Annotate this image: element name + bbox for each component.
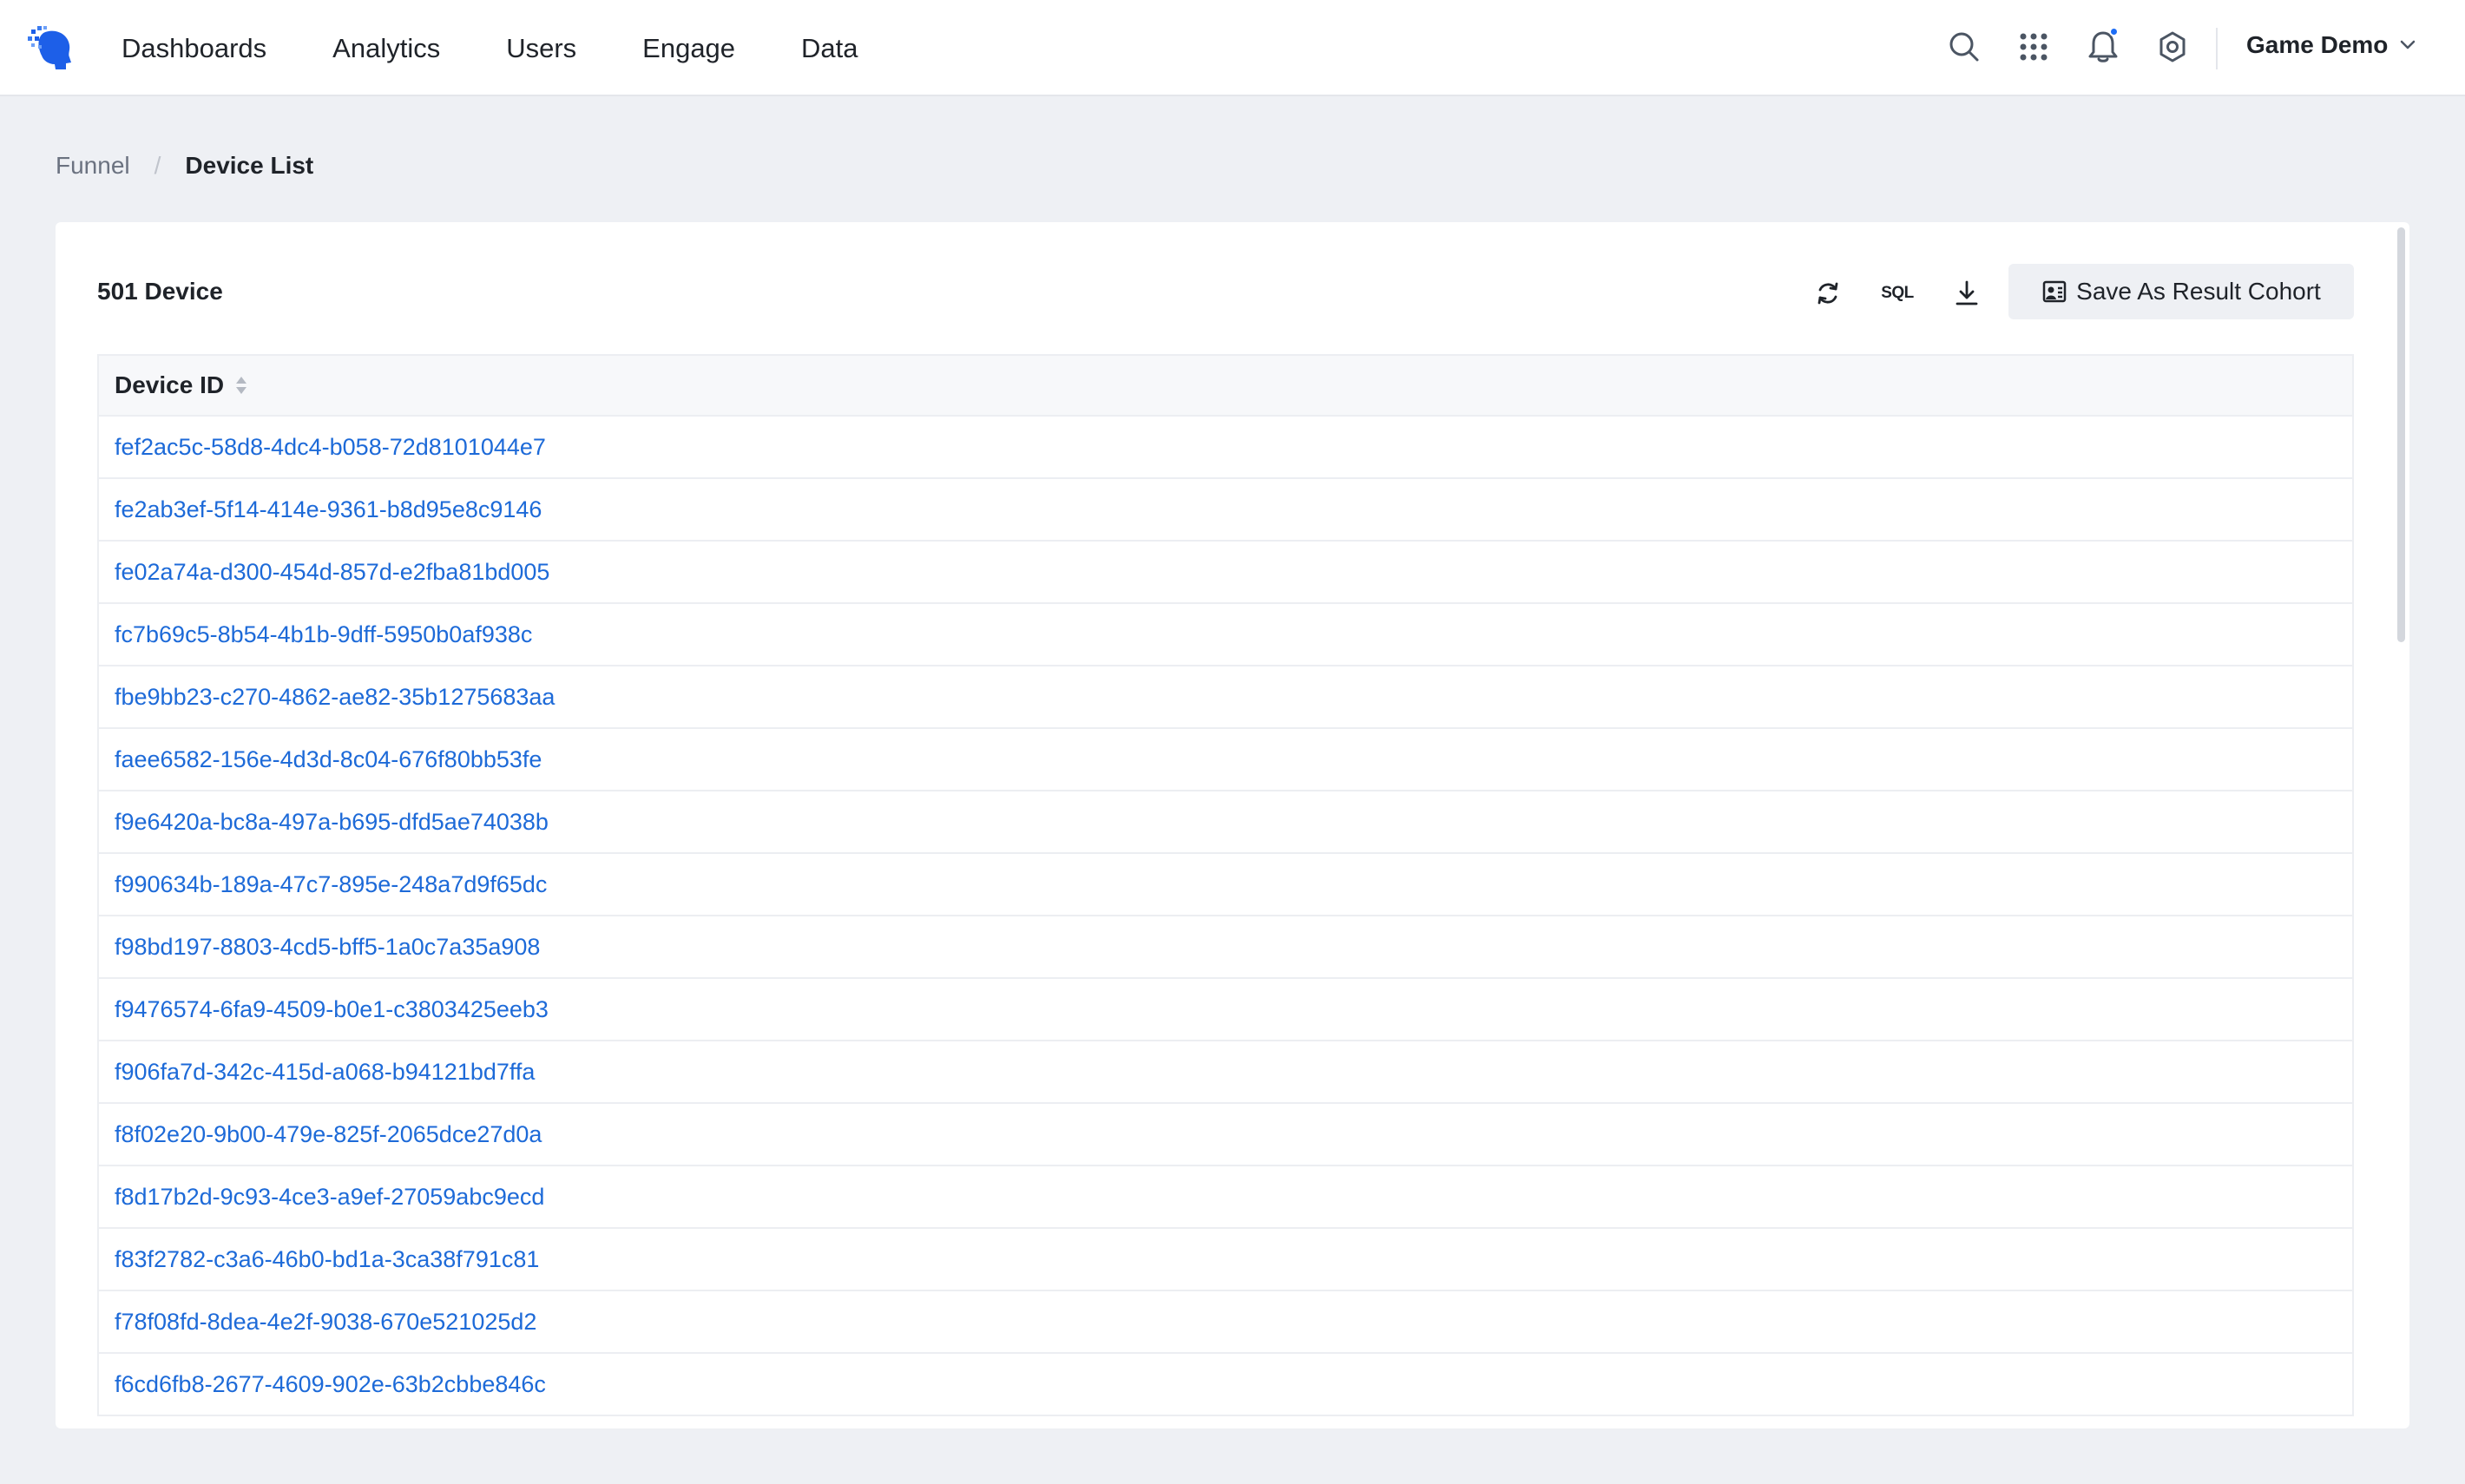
cohort-card-icon [2042, 280, 2067, 303]
table-row: faee6582-156e-4d3d-8c04-676f80bb53fe [99, 729, 2352, 791]
device-id-link[interactable]: fbe9bb23-c270-4862-ae82-35b1275683aa [115, 684, 555, 711]
nav-analytics[interactable]: Analytics [332, 35, 440, 62]
device-id-link[interactable]: faee6582-156e-4d3d-8c04-676f80bb53fe [115, 746, 542, 773]
table-row: fe2ab3ef-5f14-414e-9361-b8d95e8c9146 [99, 479, 2352, 542]
table-row: f8d17b2d-9c93-4ce3-a9ef-27059abc9ecd [99, 1166, 2352, 1229]
device-id-link[interactable]: f9e6420a-bc8a-497a-b695-dfd5ae74038b [115, 809, 549, 836]
project-switcher[interactable]: Game Demo [2246, 31, 2416, 59]
header-divider [2216, 28, 2218, 69]
brain-logo-icon [28, 26, 71, 69]
table-body: fef2ac5c-58d8-4dc4-b058-72d8101044e7 fe2a… [99, 417, 2352, 1416]
table-row: f9e6420a-bc8a-497a-b695-dfd5ae74038b [99, 791, 2352, 854]
device-id-link[interactable]: f990634b-189a-47c7-895e-248a7d9f65dc [115, 871, 547, 898]
device-id-link[interactable]: f78f08fd-8dea-4e2f-9038-670e521025d2 [115, 1309, 536, 1336]
device-id-link[interactable]: f98bd197-8803-4cd5-bff5-1a0c7a35a908 [115, 934, 540, 961]
device-id-link[interactable]: f6cd6fb8-2677-4609-902e-63b2cbbe846c [115, 1371, 546, 1398]
chevron-down-icon [2401, 40, 2416, 49]
breadcrumb-separator: / [154, 152, 161, 179]
device-id-link[interactable]: fef2ac5c-58d8-4dc4-b058-72d8101044e7 [115, 434, 546, 461]
table-row: fbe9bb23-c270-4862-ae82-35b1275683aa [99, 666, 2352, 729]
device-id-link[interactable]: fc7b69c5-8b54-4b1b-9dff-5950b0af938c [115, 621, 532, 648]
device-table: Device ID fef2ac5c-58d8-4dc4-b058-72d810… [97, 354, 2354, 1416]
device-id-link[interactable]: f906fa7d-342c-415d-a068-b94121bd7ffa [115, 1059, 535, 1086]
bell-icon[interactable] [2086, 27, 2120, 64]
device-id-link[interactable]: f8f02e20-9b00-479e-825f-2065dce27d0a [115, 1121, 542, 1148]
app-logo[interactable] [24, 23, 75, 73]
table-row: f8f02e20-9b00-479e-825f-2065dce27d0a [99, 1104, 2352, 1166]
table-row: f98bd197-8803-4cd5-bff5-1a0c7a35a908 [99, 916, 2352, 979]
sort-icon[interactable] [234, 375, 248, 396]
table-row: f78f08fd-8dea-4e2f-9038-670e521025d2 [99, 1291, 2352, 1354]
top-nav-bar: Dashboards Analytics Users Engage Data G… [0, 0, 2465, 96]
notification-dot [2109, 27, 2119, 36]
gear-icon[interactable] [2155, 30, 2190, 64]
breadcrumb: Funnel / Device List [56, 152, 313, 180]
device-count-title: 501 Device [97, 278, 223, 305]
device-list-card: 501 Device SQL Save As Result Cohort Dev… [56, 222, 2409, 1428]
table-row: f6cd6fb8-2677-4609-902e-63b2cbbe846c [99, 1354, 2352, 1416]
device-id-link[interactable]: f83f2782-c3a6-46b0-bd1a-3ca38f791c81 [115, 1246, 539, 1273]
apps-grid-icon[interactable] [2016, 30, 2051, 64]
nav-data[interactable]: Data [801, 35, 858, 62]
nav-dashboards[interactable]: Dashboards [122, 35, 266, 62]
save-as-result-cohort-label: Save As Result Cohort [2076, 278, 2321, 305]
nav-engage[interactable]: Engage [642, 35, 735, 62]
search-icon[interactable] [1947, 30, 1982, 64]
table-row: f83f2782-c3a6-46b0-bd1a-3ca38f791c81 [99, 1229, 2352, 1291]
breadcrumb-current: Device List [185, 152, 314, 179]
device-id-link[interactable]: fe2ab3ef-5f14-414e-9361-b8d95e8c9146 [115, 496, 542, 523]
download-icon[interactable] [1949, 276, 1984, 311]
table-header: Device ID [99, 356, 2352, 417]
scrollbar[interactable] [2396, 222, 2406, 1428]
sql-label: SQL [1881, 284, 1914, 302]
project-name: Game Demo [2246, 31, 2389, 58]
sql-button[interactable]: SQL [1880, 276, 1915, 311]
scrollbar-thumb[interactable] [2397, 227, 2405, 642]
table-row: fef2ac5c-58d8-4dc4-b058-72d8101044e7 [99, 417, 2352, 479]
device-id-link[interactable]: f8d17b2d-9c93-4ce3-a9ef-27059abc9ecd [115, 1184, 544, 1211]
device-id-column-header: Device ID [115, 371, 225, 398]
device-id-link[interactable]: fe02a74a-d300-454d-857d-e2fba81bd005 [115, 559, 549, 586]
table-row: fe02a74a-d300-454d-857d-e2fba81bd005 [99, 542, 2352, 604]
table-row: f990634b-189a-47c7-895e-248a7d9f65dc [99, 854, 2352, 916]
table-row: fc7b69c5-8b54-4b1b-9dff-5950b0af938c [99, 604, 2352, 666]
save-as-result-cohort-button[interactable]: Save As Result Cohort [2008, 264, 2354, 319]
device-id-link[interactable]: f9476574-6fa9-4509-b0e1-c3803425eeb3 [115, 996, 549, 1023]
table-row: f9476574-6fa9-4509-b0e1-c3803425eeb3 [99, 979, 2352, 1041]
refresh-icon[interactable] [1811, 276, 1845, 311]
table-row: f906fa7d-342c-415d-a068-b94121bd7ffa [99, 1041, 2352, 1104]
nav-users[interactable]: Users [506, 35, 576, 62]
main-nav: Dashboards Analytics Users Engage Data [122, 0, 924, 96]
breadcrumb-funnel[interactable]: Funnel [56, 152, 130, 180]
